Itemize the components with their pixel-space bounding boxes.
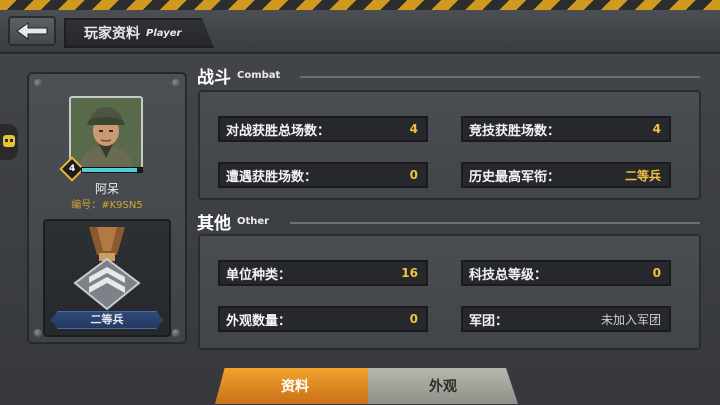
rank-label: 二等兵 bbox=[51, 311, 163, 329]
tab-appearance[interactable]: 外观 bbox=[368, 368, 518, 404]
side-tab-icon[interactable] bbox=[0, 124, 18, 160]
stat-label: 遭遇获胜场数： bbox=[226, 169, 318, 185]
player-name: 阿呆 bbox=[94, 182, 119, 196]
stat-value: 未加入军团 bbox=[600, 312, 661, 327]
other-title-en: Other bbox=[237, 215, 270, 227]
rivet bbox=[34, 329, 42, 337]
stat-value: 4 bbox=[652, 122, 661, 136]
stat-skin-count: 外观数量： 0 bbox=[218, 306, 428, 332]
back-button[interactable] bbox=[8, 16, 56, 46]
page-title: 玩家资料 Player bbox=[64, 18, 214, 48]
rivet bbox=[34, 79, 42, 87]
level-value: 4 bbox=[68, 163, 76, 174]
stat-label: 科技总等级： bbox=[469, 267, 548, 283]
stat-total-wins: 对战获胜总场数： 4 bbox=[218, 116, 428, 142]
stat-value: 16 bbox=[401, 266, 418, 280]
profile-panel: 4 阿呆 编号：#K9SN5 二等兵 bbox=[27, 72, 187, 344]
rivet bbox=[172, 79, 180, 87]
rank-medal-icon bbox=[73, 227, 141, 311]
hazard-stripes bbox=[0, 0, 720, 10]
rivet bbox=[172, 329, 180, 337]
stat-encounter-wins: 遭遇获胜场数： 0 bbox=[218, 162, 428, 188]
stat-tech-level: 科技总等级： 0 bbox=[461, 260, 671, 286]
player-id: 编号：#K9SN5 bbox=[71, 200, 143, 211]
soldier-portrait-icon bbox=[71, 98, 141, 168]
combat-title-en: Combat bbox=[237, 69, 281, 81]
stat-unit-types: 单位种类： 16 bbox=[218, 260, 428, 286]
rank-card: 二等兵 bbox=[43, 219, 171, 337]
stat-arena-wins: 竞技获胜场数： 4 bbox=[461, 116, 671, 142]
page-title-en: Player bbox=[146, 27, 182, 39]
xp-bar-fill bbox=[82, 168, 138, 172]
stat-label: 历史最高军衔： bbox=[469, 169, 561, 185]
stat-value: 0 bbox=[652, 266, 661, 280]
combat-stats-panel: 对战获胜总场数： 4 竞技获胜场数： 4 遭遇获胜场数： 0 历史最高军衔： 二… bbox=[198, 90, 701, 200]
stat-value: 0 bbox=[409, 168, 418, 182]
stat-label: 外观数量： bbox=[226, 313, 292, 329]
other-title-cn: 其他 bbox=[197, 213, 231, 234]
section-divider bbox=[290, 222, 700, 224]
combat-title-cn: 战斗 bbox=[197, 67, 231, 88]
stat-value: 二等兵 bbox=[624, 168, 661, 183]
tab-profile[interactable]: 资料 bbox=[215, 368, 375, 404]
skull-icon bbox=[3, 135, 15, 147]
other-section-header: 其他 Other bbox=[197, 210, 270, 234]
xp-bar bbox=[81, 167, 143, 173]
back-arrow-icon bbox=[16, 22, 48, 40]
stat-value: 0 bbox=[409, 312, 418, 326]
tab-label: 资料 bbox=[281, 379, 309, 395]
page-title-cn: 玩家资料 bbox=[84, 26, 140, 42]
combat-section-header: 战斗 Combat bbox=[197, 64, 281, 88]
stat-label: 竞技获胜场数： bbox=[469, 123, 561, 139]
stat-label: 单位种类： bbox=[226, 267, 292, 283]
stat-legion: 军团： 未加入军团 bbox=[461, 306, 671, 332]
section-divider bbox=[300, 76, 700, 78]
other-stats-panel: 单位种类： 16 科技总等级： 0 外观数量： 0 军团： 未加入军团 bbox=[198, 234, 701, 350]
stat-highest-rank: 历史最高军衔： 二等兵 bbox=[461, 162, 671, 188]
avatar[interactable] bbox=[69, 96, 143, 170]
stat-label: 军团： bbox=[469, 313, 509, 329]
tab-label: 外观 bbox=[429, 379, 457, 395]
stat-value: 4 bbox=[409, 122, 418, 136]
stat-label: 对战获胜总场数： bbox=[226, 123, 331, 139]
